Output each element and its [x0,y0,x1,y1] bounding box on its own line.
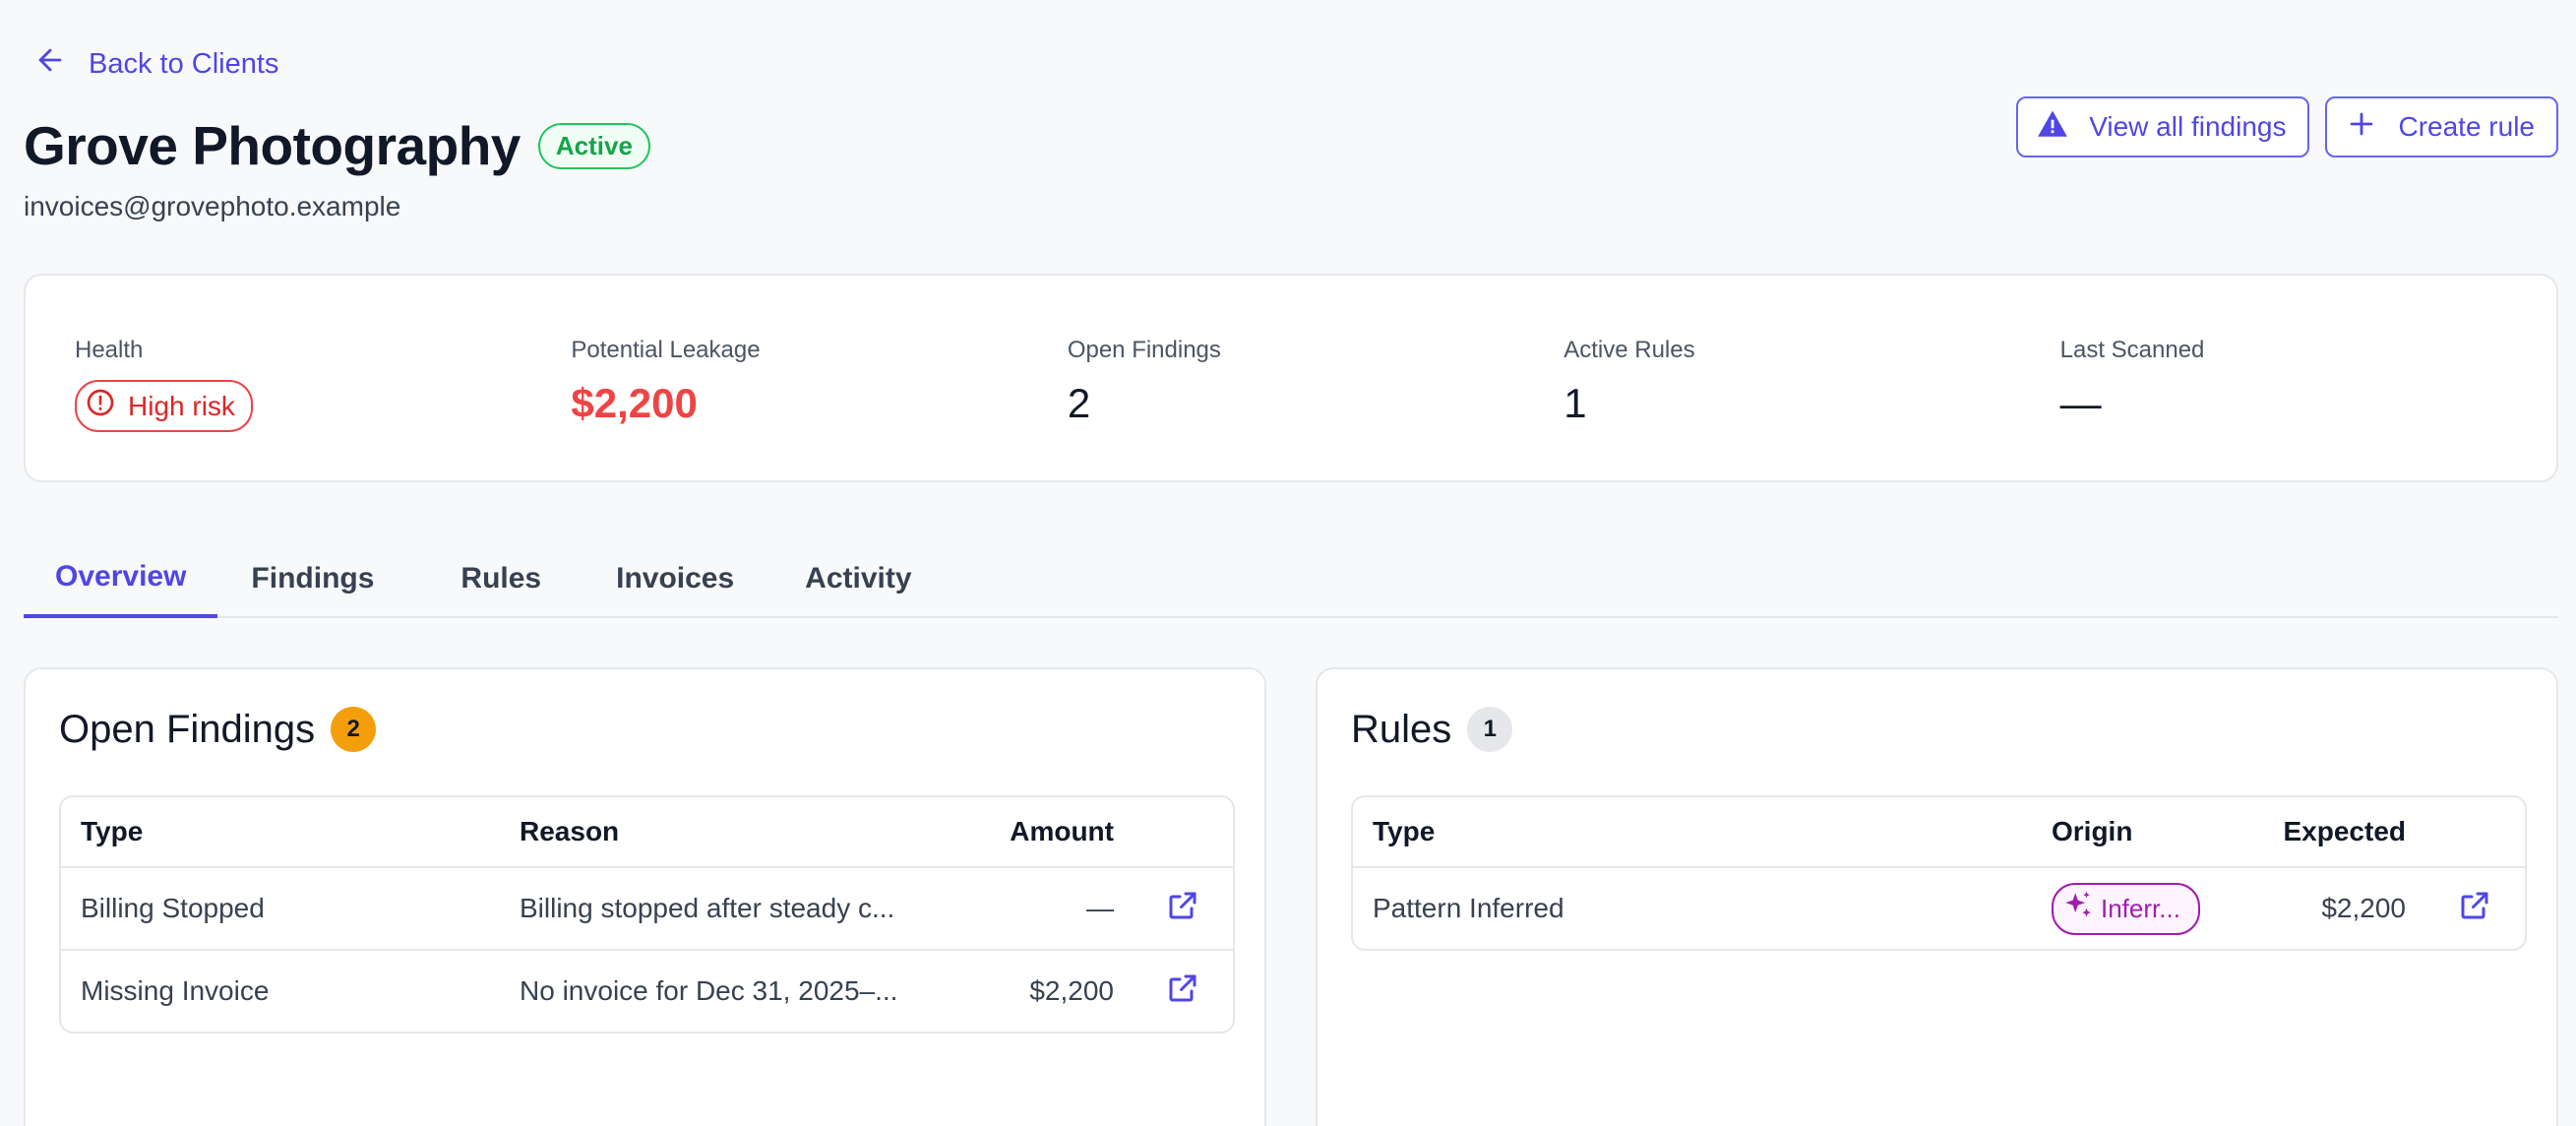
origin-label: Inferr... [2101,893,2180,923]
table-row[interactable]: Missing Invoice No invoice for Dec 31, 2… [61,949,1233,1032]
rules-table: Type Origin Expected Pattern Inferred In… [1351,795,2527,951]
stat-health: Health High risk [75,337,571,480]
origin-chip: Inferr... [2052,882,2200,935]
create-rule-label: Create rule [2398,111,2535,142]
finding-reason: Billing stopped after steady c... [520,893,895,923]
table-row[interactable]: Pattern Inferred Inferr... $2,200 [1353,866,2525,949]
panel-title: Rules [1351,707,1452,751]
stats-card: Health High risk Potential Leakage $2,20… [24,274,2558,482]
back-to-clients-link[interactable]: Back to Clients [33,43,278,85]
arrow-left-icon [33,43,67,85]
table-header-row: Type Origin Expected [1353,797,2525,866]
leakage-value: $2,200 [571,380,698,426]
rules-count-badge: 1 [1467,707,1513,752]
header-actions: View all findings Create rule [2016,96,2558,157]
open-findings-panel: Open Findings 2 Type Reason Amount Billi… [24,667,1266,1126]
table-header-row: Type Reason Amount [61,797,1233,866]
finding-type: Billing Stopped [81,893,265,923]
alert-circle-icon [85,387,116,425]
status-badge: Active [537,122,650,169]
panel-header: Open Findings 2 [59,707,377,752]
open-finding-button[interactable] [1134,888,1232,930]
health-badge: High risk [75,380,253,432]
stat-potential-leakage: Potential Leakage $2,200 [571,337,1067,480]
client-detail-page: Back to Clients Grove Photography Active… [0,0,2576,1126]
stat-label: Last Scanned [2059,337,2205,363]
tab-invoices[interactable]: Invoices [584,539,766,618]
create-rule-button[interactable]: Create rule [2325,96,2558,157]
open-findings-value: 2 [1067,380,1091,426]
external-link-icon [2457,888,2492,930]
finding-type: Missing Invoice [81,975,270,1006]
tab-bar: Overview Findings Rules Invoices Activit… [24,539,2558,618]
page-title: Grove Photography [24,115,521,176]
column-header-type: Type [81,816,144,846]
warning-triangle-icon [2036,107,2069,148]
stat-open-findings: Open Findings 2 [1068,337,1564,480]
last-scanned-value: — [2059,380,2102,426]
stat-active-rules: Active Rules 1 [1564,337,2059,480]
finding-amount: — [1086,893,1114,923]
column-header-amount: Amount [1010,816,1114,846]
finding-reason: No invoice for Dec 31, 2025–... [520,975,898,1006]
rule-expected: $2,200 [2321,893,2406,923]
sparkles-icon [2061,889,2095,929]
tab-activity[interactable]: Activity [766,539,951,618]
external-link-icon [1165,970,1200,1013]
findings-table: Type Reason Amount Billing Stopped Billi… [59,795,1235,1033]
rules-panel: Rules 1 Type Origin Expected Pattern Inf… [1316,667,2558,1126]
client-email: invoices@grovephoto.example [24,191,401,221]
panel-title: Open Findings [59,707,316,751]
stat-last-scanned: Last Scanned — [2060,337,2556,480]
stat-label: Active Rules [1564,337,1695,363]
client-header: Grove Photography Active [24,114,650,177]
rule-type: Pattern Inferred [1373,893,1564,923]
stat-label: Open Findings [1067,337,1221,363]
view-all-findings-label: View all findings [2089,111,2287,142]
rule-origin: Inferr... [2032,882,2248,935]
column-header-reason: Reason [520,816,620,846]
tab-overview[interactable]: Overview [24,539,218,618]
open-rule-button[interactable] [2425,888,2524,930]
finding-amount: $2,200 [1029,975,1114,1006]
active-rules-value: 1 [1564,380,1587,426]
panel-header: Rules 1 [1351,707,1513,752]
findings-count-badge: 2 [331,707,377,752]
open-finding-button[interactable] [1134,970,1232,1013]
column-header-expected: Expected [2283,816,2407,846]
plus-icon [2345,107,2378,148]
back-link-label: Back to Clients [89,47,279,80]
stat-label: Potential Leakage [571,337,761,363]
column-header-origin: Origin [2052,816,2133,846]
health-value: High risk [128,390,235,421]
table-row[interactable]: Billing Stopped Billing stopped after st… [61,866,1233,949]
view-all-findings-button[interactable]: View all findings [2016,96,2310,157]
external-link-icon [1165,888,1200,930]
tab-rules[interactable]: Rules [417,539,584,618]
tab-findings[interactable]: Findings [217,539,417,618]
column-header-type: Type [1373,816,1436,846]
stat-label: Health [75,337,144,363]
